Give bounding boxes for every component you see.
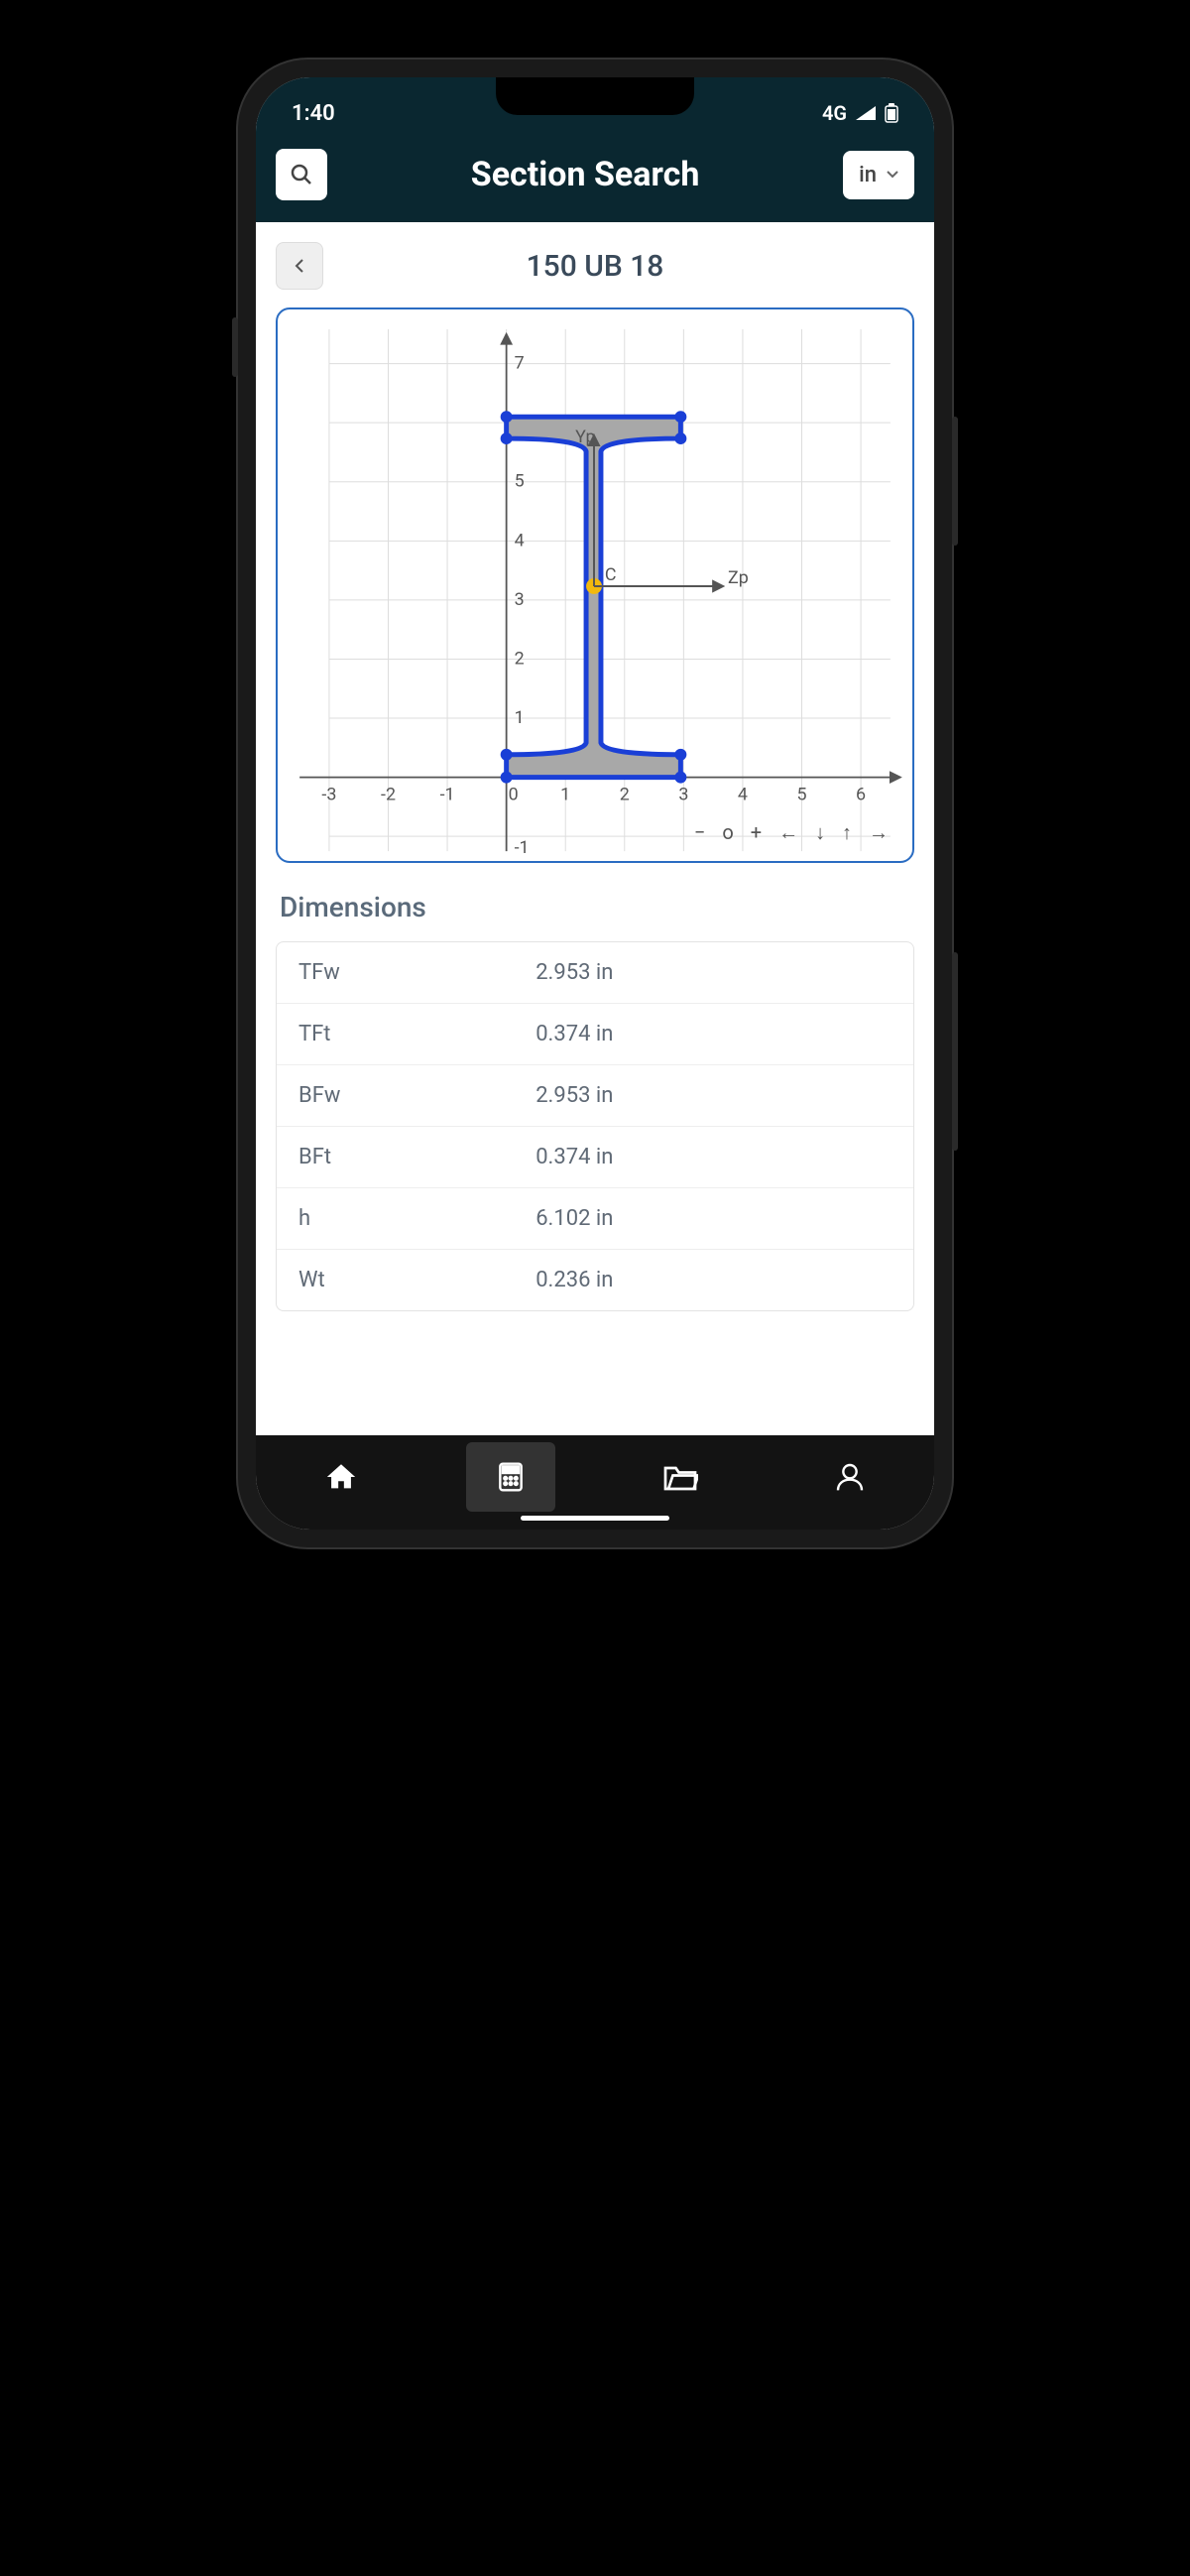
back-button[interactable]	[276, 242, 323, 290]
yp-axis-label: Yp	[575, 427, 595, 447]
nav-files[interactable]	[636, 1442, 725, 1512]
dim-value: 6.102 in	[536, 1206, 892, 1231]
svg-text:6: 6	[856, 784, 866, 804]
svg-text:-1: -1	[515, 837, 530, 858]
svg-text:4: 4	[738, 784, 748, 804]
svg-text:2: 2	[620, 784, 630, 804]
status-network: 4G	[822, 101, 847, 125]
signal-icon	[855, 104, 877, 122]
nav-profile[interactable]	[805, 1442, 894, 1512]
dim-value: 0.374 in	[536, 1145, 892, 1169]
svg-text:-3: -3	[321, 784, 336, 804]
svg-text:4: 4	[515, 530, 525, 551]
app-header: Section Search in	[256, 135, 934, 222]
svg-text:2: 2	[515, 648, 525, 669]
user-icon	[834, 1461, 866, 1493]
calculator-icon	[495, 1461, 527, 1493]
svg-text:-2: -2	[381, 784, 396, 804]
dim-value: 0.374 in	[536, 1022, 892, 1046]
table-row: Wt 0.236 in	[277, 1250, 913, 1310]
unit-dropdown[interactable]: in	[843, 151, 914, 199]
content-area: 150 UB 18	[256, 222, 934, 1435]
svg-text:3: 3	[678, 784, 688, 804]
search-icon	[290, 163, 313, 186]
unit-label: in	[859, 163, 877, 187]
svg-text:-1: -1	[440, 784, 455, 804]
dimensions-table: TFw 2.953 in TFt 0.374 in BFw 2.953 in B…	[276, 941, 914, 1311]
svg-text:1: 1	[515, 707, 525, 728]
table-row: h 6.102 in	[277, 1188, 913, 1250]
svg-text:0: 0	[509, 784, 519, 804]
nav-home[interactable]	[297, 1442, 386, 1512]
nav-calculator[interactable]	[466, 1442, 555, 1512]
home-icon	[324, 1460, 358, 1494]
svg-text:1: 1	[560, 784, 570, 804]
dim-label: h	[298, 1206, 536, 1231]
folder-icon	[662, 1462, 698, 1492]
search-button[interactable]	[276, 149, 327, 200]
svg-text:3: 3	[515, 589, 525, 610]
dim-label: Wt	[298, 1268, 536, 1292]
home-indicator[interactable]	[521, 1516, 669, 1521]
table-row: BFt 0.374 in	[277, 1127, 913, 1188]
chevron-down-icon	[887, 171, 898, 179]
table-row: TFt 0.374 in	[277, 1004, 913, 1065]
dim-label: BFt	[298, 1145, 536, 1169]
battery-icon	[885, 103, 898, 123]
page-title: Section Search	[341, 155, 829, 194]
table-row: BFw 2.953 in	[277, 1065, 913, 1127]
dimensions-heading: Dimensions	[276, 891, 914, 923]
plot-controls[interactable]: − o + ← ↓ ↑ →	[694, 820, 894, 845]
table-row: TFw 2.953 in	[277, 942, 913, 1004]
dim-value: 2.953 in	[536, 960, 892, 985]
dim-value: 2.953 in	[536, 1083, 892, 1108]
svg-text:7: 7	[515, 353, 525, 374]
dim-label: TFt	[298, 1022, 536, 1046]
section-name: 150 UB 18	[276, 249, 914, 284]
dim-value: 0.236 in	[536, 1268, 892, 1292]
status-time: 1:40	[292, 101, 335, 126]
section-plot[interactable]: -3 -2 -1 0 1 2 3 4 5 6 7 5	[276, 307, 914, 863]
svg-text:5: 5	[515, 471, 525, 492]
centroid-label: C	[605, 564, 617, 585]
svg-text:5: 5	[796, 784, 806, 804]
dim-label: TFw	[298, 960, 536, 985]
zp-axis-label: Zp	[728, 567, 749, 588]
chevron-left-icon	[295, 258, 304, 274]
dim-label: BFw	[298, 1083, 536, 1108]
